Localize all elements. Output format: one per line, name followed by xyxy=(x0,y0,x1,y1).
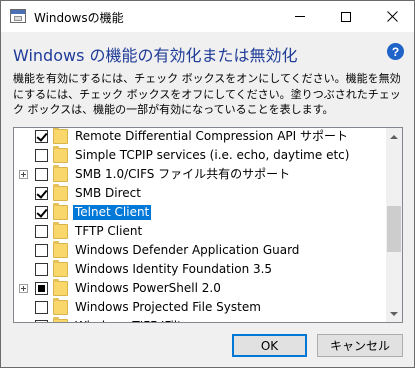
folder-icon xyxy=(53,260,68,277)
close-button[interactable] xyxy=(369,1,415,32)
feature-label: Windows PowerShell 2.0 xyxy=(75,281,221,295)
folder-icon xyxy=(53,146,68,163)
folder-icon xyxy=(53,128,68,144)
feature-checkbox[interactable] xyxy=(35,187,48,200)
feature-row[interactable]: SMB Direct xyxy=(14,184,386,203)
feature-checkbox[interactable] xyxy=(35,225,48,238)
folder-icon xyxy=(53,279,68,296)
feature-row[interactable]: Remote Differential Compression API サポート xyxy=(14,128,386,146)
window-features-icon xyxy=(10,9,26,23)
folder-icon xyxy=(53,165,68,182)
features-tree[interactable]: Remote Differential Compression API サポート… xyxy=(13,127,403,323)
dialog-heading: Windows の機能の有効化または無効化 xyxy=(13,46,298,65)
feature-checkbox[interactable] xyxy=(35,244,48,257)
window-title: Windowsの機能 xyxy=(34,11,124,25)
feature-label: Simple TCPIP services (i.e. echo, daytim… xyxy=(75,148,350,162)
scroll-down-button[interactable] xyxy=(386,305,402,322)
cancel-button[interactable]: キャンセル xyxy=(317,334,403,357)
folder-icon xyxy=(53,241,68,258)
feature-checkbox[interactable] xyxy=(35,320,48,322)
feature-row[interactable]: SMB 1.0/CIFS ファイル共有のサポート xyxy=(14,165,386,184)
minimize-icon xyxy=(295,16,305,17)
feature-label: Windows Identity Foundation 3.5 xyxy=(75,262,273,276)
scroll-thumb[interactable] xyxy=(387,206,401,252)
feature-row[interactable]: Windows TIFF IFilter xyxy=(14,317,386,322)
maximize-icon xyxy=(341,11,351,22)
folder-icon xyxy=(53,222,68,239)
feature-label: Remote Differential Compression API サポート xyxy=(75,129,349,143)
minimize-button[interactable] xyxy=(277,1,323,32)
feature-row[interactable]: Windows Identity Foundation 3.5 xyxy=(14,260,386,279)
expand-plus-icon[interactable] xyxy=(19,170,28,179)
folder-icon xyxy=(53,203,68,220)
feature-row[interactable]: Telnet Client xyxy=(14,203,386,222)
feature-row[interactable]: Windows PowerShell 2.0 xyxy=(14,279,386,298)
feature-checkbox[interactable] xyxy=(35,263,48,276)
features-dialog: Windowsの機能 Windows の機能の有効化または無効化 ? 機能を有効… xyxy=(0,0,415,368)
feature-checkbox[interactable] xyxy=(35,206,48,219)
folder-icon xyxy=(53,317,68,322)
title-bar[interactable]: Windowsの機能 xyxy=(1,1,414,32)
expand-plus-icon[interactable] xyxy=(19,284,28,293)
feature-label: Windows Projected File System xyxy=(75,300,261,314)
feature-label: Windows Defender Application Guard xyxy=(75,243,300,257)
feature-row[interactable]: TFTP Client xyxy=(14,222,386,241)
feature-row[interactable]: Windows Projected File System xyxy=(14,298,386,317)
arrow-up-icon xyxy=(390,134,398,139)
feature-label: SMB Direct xyxy=(75,186,141,200)
dialog-description: 機能を有効にするには、チェック ボックスをオンにしてください。機能を無効にするに… xyxy=(13,72,401,116)
feature-label: Windows TIFF IFilter xyxy=(73,319,196,322)
feature-checkbox[interactable] xyxy=(35,168,48,181)
help-icon[interactable]: ? xyxy=(387,43,404,60)
feature-checkbox[interactable] xyxy=(35,130,48,143)
feature-checkbox[interactable] xyxy=(35,149,48,162)
dialog-body: Windows の機能の有効化または無効化 ? 機能を有効にするには、チェック … xyxy=(1,32,414,367)
ok-button[interactable]: OK xyxy=(232,334,307,357)
feature-label: SMB 1.0/CIFS ファイル共有のサポート xyxy=(75,167,291,181)
arrow-down-icon xyxy=(390,311,398,316)
feature-row[interactable]: Simple TCPIP services (i.e. echo, daytim… xyxy=(14,146,386,165)
feature-label: TFTP Client xyxy=(75,224,143,238)
feature-row[interactable]: Windows Defender Application Guard xyxy=(14,241,386,260)
feature-checkbox[interactable] xyxy=(35,301,48,314)
folder-icon xyxy=(53,184,68,201)
close-icon xyxy=(386,11,398,22)
vertical-scrollbar[interactable] xyxy=(386,128,402,322)
maximize-button[interactable] xyxy=(323,1,369,32)
scroll-up-button[interactable] xyxy=(386,128,402,145)
folder-icon xyxy=(53,298,68,315)
feature-checkbox[interactable] xyxy=(35,282,48,295)
feature-label: Telnet Client xyxy=(73,205,152,220)
